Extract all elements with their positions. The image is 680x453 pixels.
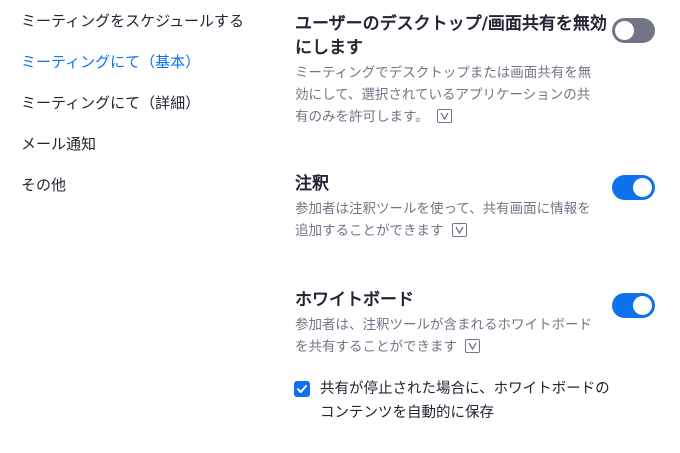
setting-description: ミーティングでデスクトップまたは画面共有を無効にして、選択されているアプリケーシ… [295,62,595,128]
setting-annotation: 注釈 参加者は注釈ツールを使って、共有画面に情報を追加することができます [295,172,665,242]
setting-title: ホワイトボード [295,290,414,310]
screen-share-toggle[interactable] [612,18,655,43]
sidebar-item-in-meeting-basic[interactable]: ミーティングにて（基本） [21,52,200,72]
toggle-knob [615,21,634,40]
settings-sidebar: ミーティングをスケジュールする ミーティングにて（基本） ミーティングにて（詳細… [0,0,280,453]
settings-page: ミーティングをスケジュールする ミーティングにて（基本） ミーティングにて（詳細… [0,0,680,453]
setting-description-text: 参加者は注釈ツールを使って、共有画面に情報を追加することができます [295,201,591,239]
sidebar-item-schedule-meeting[interactable]: ミーティングをスケジュールする [21,11,244,31]
checkmark-icon [297,385,307,393]
setting-title: 注釈 [295,174,329,194]
setting-description-text: 参加者は、注釈ツールが含まれるホワイトボードを共有することができます [295,317,592,355]
v-badge-icon [436,109,452,123]
toggle-knob [633,178,652,197]
sidebar-item-email-notification[interactable]: メール通知 [21,134,96,154]
whiteboard-toggle[interactable] [612,293,655,318]
toggle-knob [633,296,652,315]
setting-whiteboard: ホワイトボード 参加者は、注釈ツールが含まれるホワイトボードを共有することができ… [295,288,665,358]
sidebar-item-other[interactable]: その他 [21,175,66,195]
autosave-label[interactable]: 共有が停止された場合に、ホワイトボードのコンテンツを自動的に保存 [320,377,620,425]
v-badge-icon [451,223,467,237]
autosave-checkbox[interactable] [294,381,310,397]
setting-description: 参加者は、注釈ツールが含まれるホワイトボードを共有することができます [295,314,595,358]
v-badge-icon [465,339,480,353]
setting-title: ユーザーのデスクトップ/画面共有を無効にします [295,14,607,58]
setting-description: 参加者は注釈ツールを使って、共有画面に情報を追加することができます [295,198,600,242]
setting-disable-screen-share: ユーザーのデスクトップ/画面共有を無効にします ミーティングでデスクトップまたは… [295,12,610,128]
sidebar-item-in-meeting-advanced[interactable]: ミーティングにて（詳細） [21,93,200,113]
annotation-toggle[interactable] [612,175,655,200]
